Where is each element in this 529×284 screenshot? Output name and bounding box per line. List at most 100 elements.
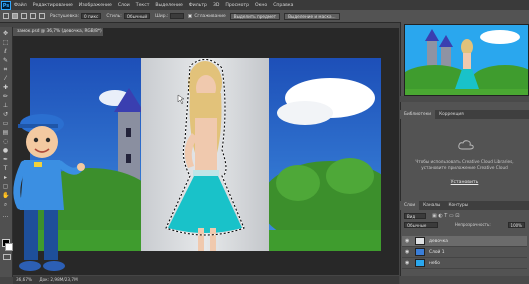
status-bar: 36,67% Док: 2,98M/23,7M: [13, 276, 399, 284]
castle-window: [126, 154, 131, 163]
mascot-eye: [45, 137, 51, 143]
layer-name: Слой 1: [429, 249, 445, 255]
layer-thumbnail: [415, 237, 425, 245]
style-select[interactable]: Обычный: [123, 13, 151, 19]
menu-view[interactable]: Просмотр: [225, 3, 249, 8]
select-subject-button[interactable]: Выделить предмет: [229, 12, 281, 20]
layer-row-layer1[interactable]: ◉ Слой 1: [402, 247, 527, 258]
lasso-tool-icon[interactable]: ℓ: [2, 48, 9, 55]
cloud: [277, 101, 333, 125]
antialias-checkbox[interactable]: [188, 14, 193, 18]
layers-panel-tabs: Слои Каналы Контуры: [400, 201, 529, 210]
intersect-selection-icon[interactable]: [39, 13, 45, 19]
cartoon-mascot: [13, 114, 85, 271]
crop-tool-icon[interactable]: ⌗: [2, 66, 9, 73]
tab-libraries[interactable]: Библиотеки: [400, 110, 436, 119]
eyedropper-tool-icon[interactable]: ⁄: [2, 75, 9, 82]
layer-name: девочка: [429, 238, 448, 244]
mascot-eye: [33, 137, 39, 143]
quick-select-tool-icon[interactable]: ✎: [2, 57, 9, 64]
tool-preset-icon[interactable]: [3, 13, 9, 19]
menu-help[interactable]: Справка: [273, 3, 293, 8]
nav-cloud: [480, 30, 520, 44]
document-size: Док: 2,98M/23,7M: [39, 277, 78, 282]
tab-layers[interactable]: Слои: [400, 201, 420, 210]
layer-thumbnail: [415, 259, 425, 267]
mascot-face: [26, 126, 58, 158]
zoom-level[interactable]: 36,67%: [16, 277, 32, 282]
mascot-leg: [44, 210, 58, 260]
layers-filter-row: Вид ▣ ◐ T ▭ ⊡: [404, 212, 525, 219]
tab-adjustments[interactable]: Коррекция: [435, 110, 468, 119]
tree-bush: [276, 165, 320, 201]
menu-file[interactable]: Файл: [14, 3, 27, 8]
opacity-label: Непрозрачность:: [454, 222, 491, 227]
layer-row-girl[interactable]: ◉ девочка: [402, 236, 527, 247]
layer-kind-filter[interactable]: Вид: [404, 212, 426, 219]
nav-grass: [405, 89, 528, 95]
mascot-shoe: [19, 261, 41, 271]
layers-panel-footer: [400, 276, 529, 284]
layer-row-sky[interactable]: ◉ небо: [402, 258, 527, 269]
menu-window[interactable]: Окно: [255, 3, 267, 8]
creative-cloud-icon: [458, 140, 474, 150]
menu-layer[interactable]: Слои: [118, 3, 130, 8]
photoshop-logo: Ps: [1, 0, 11, 10]
select-and-mask-button[interactable]: Выделение и маска...: [284, 12, 340, 20]
menu-3d[interactable]: 3D: [213, 3, 219, 8]
antialias-label: Сглаживание: [194, 13, 226, 19]
move-tool-icon[interactable]: ✥: [2, 30, 9, 37]
menu-type[interactable]: Текст: [136, 3, 150, 8]
navigator-zoom-slider[interactable]: [400, 96, 529, 102]
subtract-selection-icon[interactable]: [30, 13, 36, 19]
menu-edit[interactable]: Редактирование: [33, 3, 73, 8]
healing-brush-tool-icon[interactable]: ✚: [2, 84, 9, 91]
brush-tool-icon[interactable]: ✏: [2, 93, 9, 100]
visibility-eye-icon[interactable]: ◉: [405, 238, 411, 244]
marquee-tool-icon[interactable]: ⬚: [2, 39, 9, 46]
feather-field[interactable]: 0 пикс: [81, 13, 102, 19]
mascot-hand: [77, 163, 85, 171]
navigator-preview: [405, 25, 528, 95]
tab-paths[interactable]: Контуры: [444, 201, 472, 210]
tab-channels[interactable]: Каналы: [419, 201, 444, 210]
menu-filter[interactable]: Фильтр: [189, 3, 207, 8]
filter-icons[interactable]: ▣ ◐ T ▭ ⊡: [432, 213, 459, 219]
width-field[interactable]: [170, 13, 185, 19]
layer-name: небо: [429, 260, 440, 266]
layers-options-row: Обычные Непрозрачность: 100%: [404, 221, 525, 228]
layer-thumbnail: [415, 248, 425, 256]
girl-leg: [198, 228, 204, 251]
mascot-arm: [56, 160, 84, 175]
menu-bar: Ps Файл Редактирование Изображение Слои …: [0, 0, 529, 10]
girl-torso: [195, 118, 217, 173]
tree-bush: [326, 158, 374, 194]
new-selection-icon[interactable]: [12, 13, 18, 19]
add-selection-icon[interactable]: [21, 13, 27, 19]
nav-girl-hair: [461, 39, 473, 55]
width-label: Шир.:: [155, 13, 169, 19]
menu-select[interactable]: Выделение: [155, 3, 182, 8]
feather-label: Растушевка:: [50, 13, 80, 19]
mascot-shoe: [43, 261, 65, 271]
style-label: Стиль:: [106, 13, 122, 19]
girl-leg: [210, 228, 216, 251]
visibility-eye-icon[interactable]: ◉: [405, 260, 411, 266]
opacity-field[interactable]: 100%: [507, 221, 525, 228]
libraries-message: Чтобы использовать Creative Cloud Librar…: [415, 159, 514, 170]
blend-mode-select[interactable]: Обычные: [404, 221, 438, 228]
libraries-panel-tabs: Библиотеки Коррекция: [400, 110, 529, 119]
girl-belt: [193, 170, 219, 176]
document-tab[interactable]: замок.psd @ 36,7% (девочка, RGB/8*): [13, 28, 103, 36]
clone-stamp-tool-icon[interactable]: ⊥: [2, 102, 9, 109]
visibility-eye-icon[interactable]: ◉: [405, 249, 411, 255]
mascot-badge: [34, 162, 42, 167]
install-link[interactable]: Установить: [412, 180, 517, 185]
castle-window: [126, 128, 131, 137]
menu-image[interactable]: Изображение: [79, 3, 112, 8]
nav-girl-body: [463, 53, 471, 69]
navigator-thumbnail[interactable]: [404, 24, 529, 96]
nav-castle-tower: [427, 39, 437, 69]
mascot-leg: [24, 210, 38, 260]
mascot-shirt: [20, 160, 64, 210]
